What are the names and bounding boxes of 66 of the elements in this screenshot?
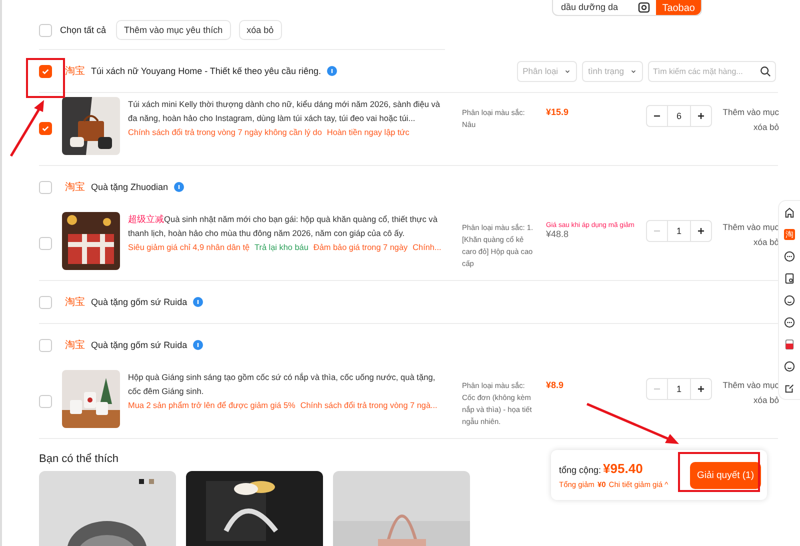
- checkbox[interactable]: [39, 122, 52, 135]
- price: ¥48.8: [546, 229, 570, 239]
- checkbox[interactable]: [39, 395, 52, 408]
- platform-label: 淘宝: [65, 180, 85, 194]
- promo-tag: Chính sách đổi trả trong vòng 7 ngày không cần lý do: [128, 128, 322, 137]
- plus-icon: [697, 112, 705, 120]
- platform-label: 淘宝: [65, 338, 85, 352]
- promo-tag: Đảm bảo giá trong 7 ngày: [313, 243, 408, 252]
- total-amount: ¥95.40: [603, 461, 643, 476]
- badge-icon: [327, 66, 337, 76]
- badge-icon: [174, 182, 184, 192]
- badge-icon: [193, 340, 204, 350]
- promo-tag: Mua 2 sản phẩm trở lên để được giảm giá 5%: [128, 401, 296, 410]
- chevron-down-icon: [564, 68, 572, 74]
- plus-icon: [697, 227, 705, 235]
- search-icon[interactable]: [760, 66, 771, 76]
- plus-icon: [697, 385, 705, 393]
- promo-tag: Chính...: [412, 243, 442, 252]
- shop-name[interactable]: Quà tặng Zhuodian: [91, 182, 168, 192]
- action-link[interactable]: xóa bỏ: [753, 122, 779, 132]
- checkbox[interactable]: [39, 296, 52, 308]
- shop-name[interactable]: Túi xách nữ Youyang Home - Thiết kế theo yêu cầu riêng.: [91, 66, 321, 76]
- platform-label: 淘宝: [65, 296, 85, 309]
- item-search-field[interactable]: Tìm kiếm các mặt hàng...: [648, 60, 776, 82]
- action-link[interactable]: Thêm vào mục: [722, 222, 779, 232]
- chat-icon[interactable]: [784, 316, 795, 328]
- checkbox[interactable]: [39, 64, 52, 78]
- check-icon: [41, 124, 50, 133]
- search-bar[interactable]: dầu dưỡng da Taobao: [552, 0, 702, 16]
- section-title: Bạn có thể thích: [39, 453, 120, 465]
- smiley-icon[interactable]: [784, 360, 795, 372]
- toolbar-button[interactable]: xóa bỏ: [238, 20, 282, 40]
- highlight-frame: [26, 58, 65, 98]
- promo-tag: Hoàn tiền ngay lập tức: [326, 128, 410, 137]
- promo-tag: Trả lại kho báu: [254, 243, 308, 252]
- edit-icon[interactable]: [784, 382, 795, 394]
- promo-tag: Chính sách đổi trả trong vòng 7 ngà...: [300, 401, 438, 410]
- action-link[interactable]: Thêm vào mục: [722, 380, 779, 390]
- camera-icon[interactable]: [638, 1, 650, 13]
- checkbox[interactable]: [39, 338, 52, 352]
- product-title[interactable]: 超级立减Quà sinh nhật năm mới cho bạn gái: hộp quà khăn quàng cổ, thiết thực và thanh lịch, hoàn hảo cho mùa thu đông năm 2026, năm con giáp của cô ấy.: [128, 212, 446, 240]
- action-link[interactable]: xóa bỏ: [753, 395, 779, 405]
- smiley-icon[interactable]: [784, 294, 795, 306]
- promo-tag: Siêu giảm giá chỉ 4,9 nhân dân tệ: [128, 243, 250, 252]
- price: ¥15.9: [546, 107, 570, 117]
- home-icon[interactable]: [784, 206, 795, 218]
- badge-icon: [193, 297, 204, 307]
- action-link[interactable]: Thêm vào mục: [722, 107, 779, 117]
- chevron-down-icon: [630, 68, 637, 74]
- platform-label: 淘宝: [65, 64, 85, 78]
- checkbox[interactable]: [39, 24, 52, 36]
- shop-name[interactable]: Quà tặng gốm sứ Ruida: [91, 340, 188, 350]
- toolbar-button[interactable]: Thêm vào mục yêu thích: [116, 20, 231, 40]
- product-title[interactable]: Túi xách mini Kelly thời thượng dành cho nữ, kiểu dáng mới năm 2026, sành điệu và đa năng, hoàn hảo cho Instagram, dùng làm túi xách tay, túi đeo vai hoặc túi...: [128, 97, 446, 125]
- gift-box-icon[interactable]: [784, 338, 795, 350]
- chat-icon[interactable]: [784, 250, 795, 262]
- shop-name[interactable]: Quà tặng gốm sứ Ruida: [91, 297, 188, 307]
- check-icon: [41, 66, 50, 76]
- product-title[interactable]: Hộp quà Giáng sinh sáng tạo gồm cốc sứ có nắp và thìa, cốc uống nước, quà tặng, cốc đêm Giáng sinh.: [128, 370, 446, 398]
- document-search-icon[interactable]: [784, 272, 795, 284]
- total-label: tổng cộng:: [559, 465, 602, 475]
- select-all-label: Chọn tất cả: [60, 25, 106, 35]
- checkbox[interactable]: [39, 237, 52, 250]
- price: ¥8.9: [546, 380, 565, 390]
- search-text: dầu dưỡng da: [561, 1, 619, 12]
- checkbox[interactable]: [39, 180, 52, 194]
